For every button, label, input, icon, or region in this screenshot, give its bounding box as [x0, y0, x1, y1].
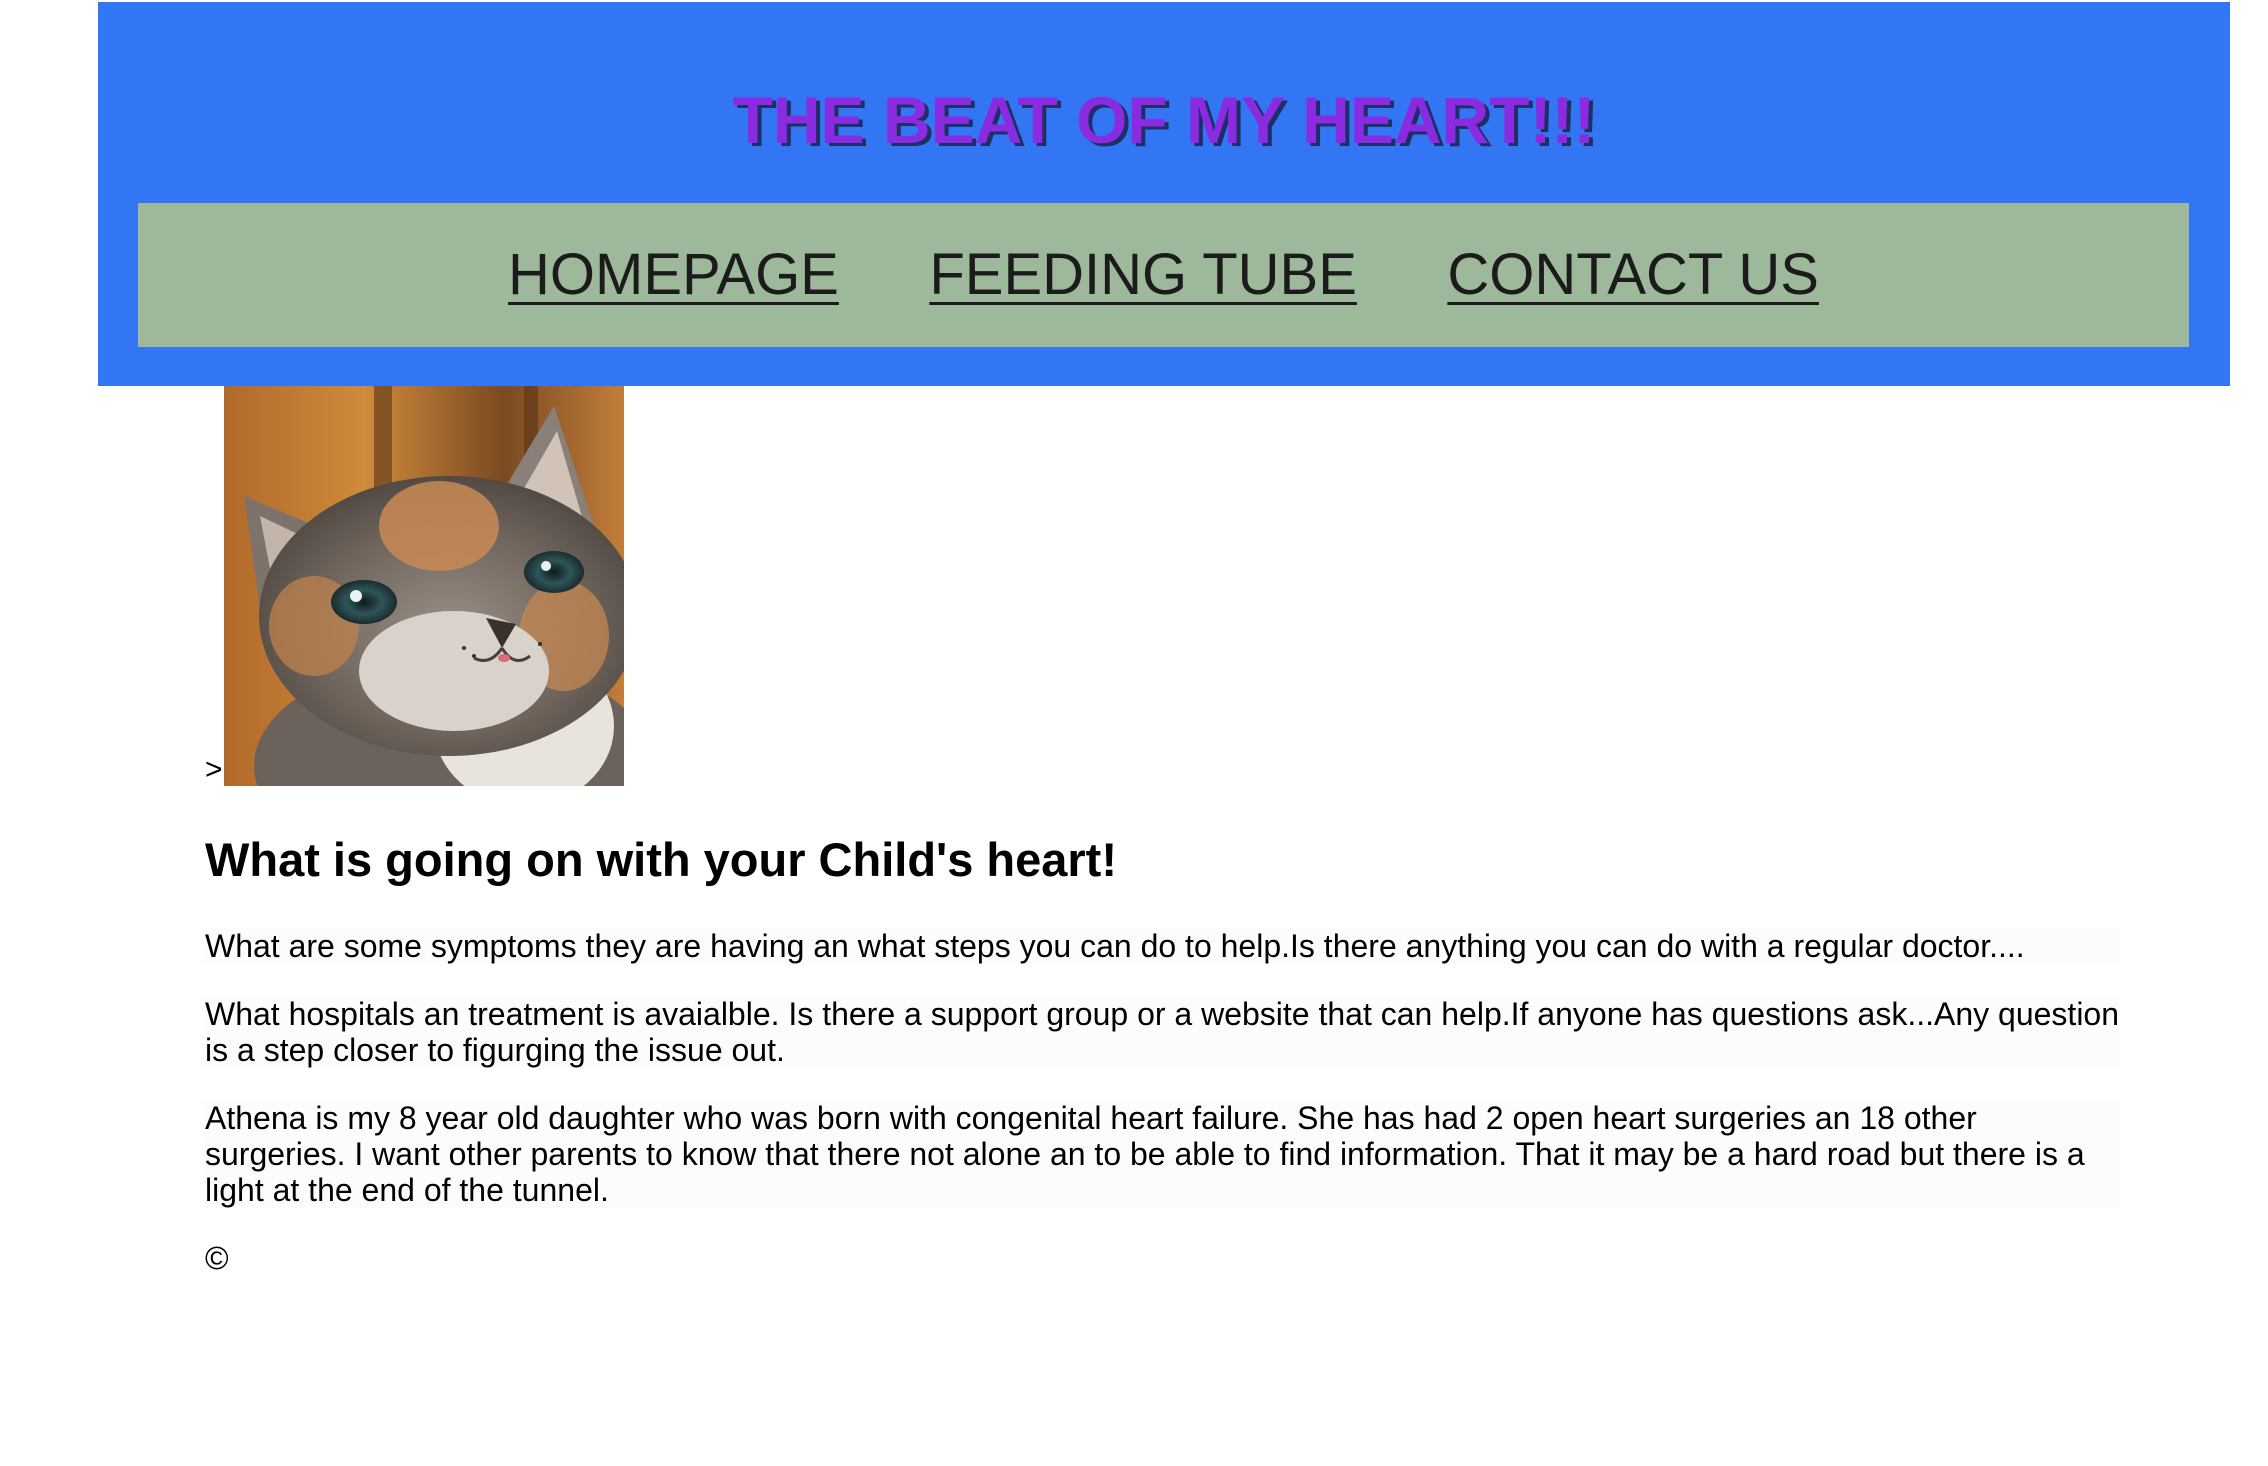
- main-content: > What is going on with your Child's hea…: [205, 386, 2120, 1278]
- nav-link-homepage[interactable]: HOMEPAGE: [508, 203, 839, 347]
- paragraph: Athena is my 8 year old daughter who was…: [205, 1100, 2120, 1208]
- kitten-photo: [224, 386, 624, 786]
- stray-text: >: [205, 753, 223, 786]
- hero: >: [205, 386, 2120, 786]
- paragraph: What hospitals an treatment is avaialble…: [205, 996, 2120, 1068]
- nav-link-contact-us[interactable]: CONTACT US: [1447, 203, 1819, 347]
- site-title: THE BEAT OF MY HEART!!!: [732, 83, 1596, 157]
- copyright-symbol: ©: [205, 1240, 229, 1276]
- site-header: THE BEAT OF MY HEART!!! HOMEPAGE FEEDING…: [98, 2, 2230, 386]
- page: THE BEAT OF MY HEART!!! HOMEPAGE FEEDING…: [0, 0, 2268, 1466]
- nav-link-feeding-tube[interactable]: FEEDING TUBE: [929, 203, 1357, 347]
- paragraph: What are some symptoms they are having a…: [205, 928, 2120, 964]
- section-heading: What is going on with your Child's heart…: [205, 833, 1117, 886]
- main-nav: HOMEPAGE FEEDING TUBE CONTACT US: [138, 203, 2189, 347]
